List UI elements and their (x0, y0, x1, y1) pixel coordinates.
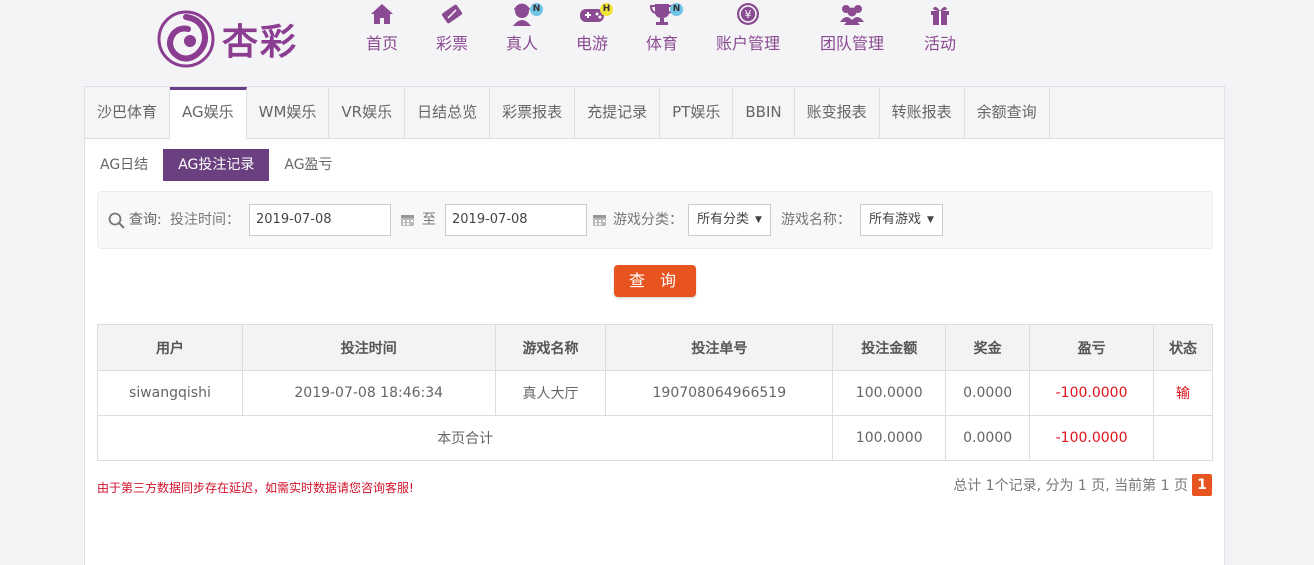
query-button[interactable]: 查 询 (614, 265, 696, 297)
logo[interactable]: 杏彩 (156, 8, 306, 70)
dropdown-arrow-icon: ▼ (927, 215, 934, 225)
tab-balance-change[interactable]: 账变报表 (795, 87, 880, 138)
col-bet-amount: 投注金额 (832, 324, 947, 371)
ticket-icon (441, 4, 463, 24)
col-bet-time: 投注时间 (241, 324, 496, 371)
category-label: 游戏分类： (613, 212, 683, 228)
tab-deposit-withdraw[interactable]: 充提记录 (575, 87, 661, 138)
total-bonus: 0.0000 (945, 415, 1031, 461)
nav-sports[interactable]: N 体育 (646, 0, 683, 54)
tab-daily-overview[interactable]: 日结总览 (405, 87, 491, 138)
end-date-input[interactable]: 2019-07-08 (445, 204, 587, 236)
col-bet-number: 投注单号 (605, 324, 834, 371)
tab-saba-sports[interactable]: 沙巴体育 (85, 87, 171, 138)
game-name-label: 游戏名称： (781, 212, 851, 228)
col-bonus: 奖金 (945, 324, 1031, 371)
tab-wm-entertainment[interactable]: WM娱乐 (247, 87, 330, 138)
subtab-ag-daily[interactable]: AG日结 (85, 149, 163, 181)
total-status-empty (1153, 415, 1213, 461)
sync-delay-note: 由于第三方数据同步存在延迟，如需实时数据请您咨询客服! (97, 481, 414, 495)
nav-lottery[interactable]: 彩票 (436, 0, 468, 54)
tab-transfer-report[interactable]: 转账报表 (880, 87, 965, 138)
report-tabs: 沙巴体育 AG娱乐 WM娱乐 VR娱乐 日结总览 彩票报表 充提记录 PT娱乐 … (85, 87, 1224, 139)
query-label: 查询: (129, 212, 162, 228)
category-select[interactable]: 所有分类 ▼ (688, 204, 771, 236)
nav-account-label: 账户管理 (716, 34, 781, 53)
table-total-row: 本页合计 100.0000 0.0000 -100.0000 (96, 415, 1213, 461)
col-profit-loss: 盈亏 (1029, 324, 1155, 371)
calendar-icon[interactable] (592, 212, 607, 227)
tab-balance-query[interactable]: 余额查询 (965, 87, 1050, 138)
cell-bet-amount: 100.0000 (832, 370, 947, 416)
page-button-current[interactable]: 1 (1192, 474, 1212, 496)
nav-team-label: 团队管理 (820, 34, 885, 53)
dropdown-arrow-icon: ▼ (755, 215, 762, 225)
tab-ag-entertainment[interactable]: AG娱乐 (170, 87, 247, 139)
total-label: 本页合计 (96, 415, 834, 461)
pagination-summary: 总计 1个记录, 分为 1 页, 当前第 1 页 (953, 478, 1188, 494)
nav-events[interactable]: 活动 (924, 0, 956, 54)
cell-status: 输 (1153, 370, 1213, 416)
nav-account[interactable]: ¥ 账户管理 (716, 0, 780, 54)
nav-lottery-label: 彩票 (436, 34, 469, 53)
gift-icon (931, 6, 949, 25)
nav-home[interactable]: 首页 (366, 0, 398, 54)
svg-text:¥: ¥ (745, 8, 752, 21)
col-game-name: 游戏名称 (494, 324, 607, 371)
subtab-ag-bet-records[interactable]: AG投注记录 (163, 149, 270, 181)
tab-vr-entertainment[interactable]: VR娱乐 (329, 87, 406, 138)
search-bar: 查询: 投注时间： 2019-07-08 至 2019-07-08 游戏分类： … (97, 191, 1213, 249)
tab-bbin[interactable]: BBIN (733, 87, 795, 138)
new-badge: N (530, 3, 543, 16)
to-label: 至 (422, 212, 436, 228)
report-panel: 沙巴体育 AG娱乐 WM娱乐 VR娱乐 日结总览 彩票报表 充提记录 PT娱乐 … (84, 86, 1225, 565)
search-icon (108, 212, 125, 229)
yen-icon: ¥ (737, 3, 759, 25)
nav-sports-label: 体育 (646, 34, 679, 53)
nav-home-label: 首页 (366, 34, 399, 53)
nav-team[interactable]: 团队管理 (820, 0, 884, 54)
total-bet-amount: 100.0000 (832, 415, 947, 461)
game-name-select[interactable]: 所有游戏 ▼ (860, 204, 943, 236)
cell-game-name: 真人大厅 (494, 370, 607, 416)
sub-tabs: AG日结 AG投注记录 AG盈亏 (85, 149, 348, 181)
tab-lottery-report[interactable]: 彩票报表 (490, 87, 576, 138)
start-date-input[interactable]: 2019-07-08 (249, 204, 391, 236)
nav-events-label: 活动 (924, 34, 957, 53)
nav-live-label: 真人 (506, 34, 539, 53)
nav-live[interactable]: N 真人 (506, 0, 543, 54)
table-header-row: 用户 投注时间 游戏名称 投注单号 投注金额 奖金 盈亏 状态 (97, 324, 1213, 371)
category-value: 所有分类 (697, 212, 750, 227)
nav-slots[interactable]: H 电游 (576, 0, 613, 54)
new-badge: N (670, 3, 683, 16)
total-profit-loss: -100.0000 (1029, 415, 1155, 461)
cell-user: siwangqishi (97, 370, 243, 416)
tab-pt-entertainment[interactable]: PT娱乐 (660, 87, 734, 138)
col-status: 状态 (1153, 324, 1213, 371)
logo-icon (157, 10, 215, 68)
team-icon (840, 5, 864, 25)
bet-time-label: 投注时间： (170, 212, 240, 228)
subtab-ag-profit-loss[interactable]: AG盈亏 (269, 149, 347, 181)
calendar-icon[interactable] (400, 212, 415, 227)
col-user: 用户 (97, 324, 243, 371)
game-name-value: 所有游戏 (869, 212, 922, 227)
pagination: 总计 1个记录, 分为 1 页, 当前第 1 页 1 (953, 474, 1212, 496)
home-icon (371, 4, 393, 24)
bet-records-table: 用户 投注时间 游戏名称 投注单号 投注金额 奖金 盈亏 状态 siwangqi… (96, 324, 1213, 461)
hot-badge: H (600, 3, 613, 16)
cell-bet-time: 2019-07-08 18:46:34 (241, 370, 496, 416)
brand-name: 杏彩 (222, 21, 299, 63)
site-header: 杏彩 首页 彩票 N 真人 H 电游 N 体育 ¥ 账户管理 团队管理 活动 (0, 0, 1314, 86)
table-row: siwangqishi 2019-07-08 18:46:34 真人大厅 190… (97, 370, 1213, 416)
nav-slots-label: 电游 (576, 34, 609, 53)
cell-bet-number: 190708064966519 (605, 370, 834, 416)
cell-bonus: 0.0000 (945, 370, 1031, 416)
cell-profit-loss: -100.0000 (1029, 370, 1155, 416)
